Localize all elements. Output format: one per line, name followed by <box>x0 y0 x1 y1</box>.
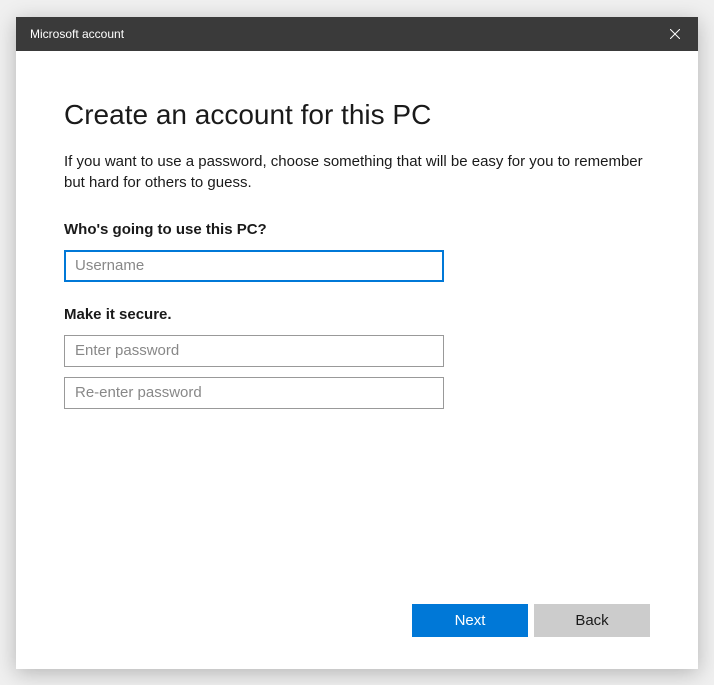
titlebar: Microsoft account <box>16 17 698 51</box>
secure-section-label: Make it secure. <box>64 306 650 323</box>
close-button[interactable] <box>652 17 698 51</box>
back-button[interactable]: Back <box>534 604 650 637</box>
page-description: If you want to use a password, choose so… <box>64 151 650 193</box>
password-input[interactable] <box>64 335 444 367</box>
window-title: Microsoft account <box>30 27 124 41</box>
username-input[interactable] <box>64 250 444 282</box>
content-area: Create an account for this PC If you wan… <box>16 51 698 604</box>
next-button[interactable]: Next <box>412 604 528 637</box>
close-icon <box>670 29 680 39</box>
reenter-password-input[interactable] <box>64 377 444 409</box>
account-setup-window: Microsoft account Create an account for … <box>16 17 698 669</box>
page-title: Create an account for this PC <box>64 99 650 131</box>
footer-buttons: Next Back <box>16 604 698 669</box>
user-section-label: Who's going to use this PC? <box>64 221 650 238</box>
